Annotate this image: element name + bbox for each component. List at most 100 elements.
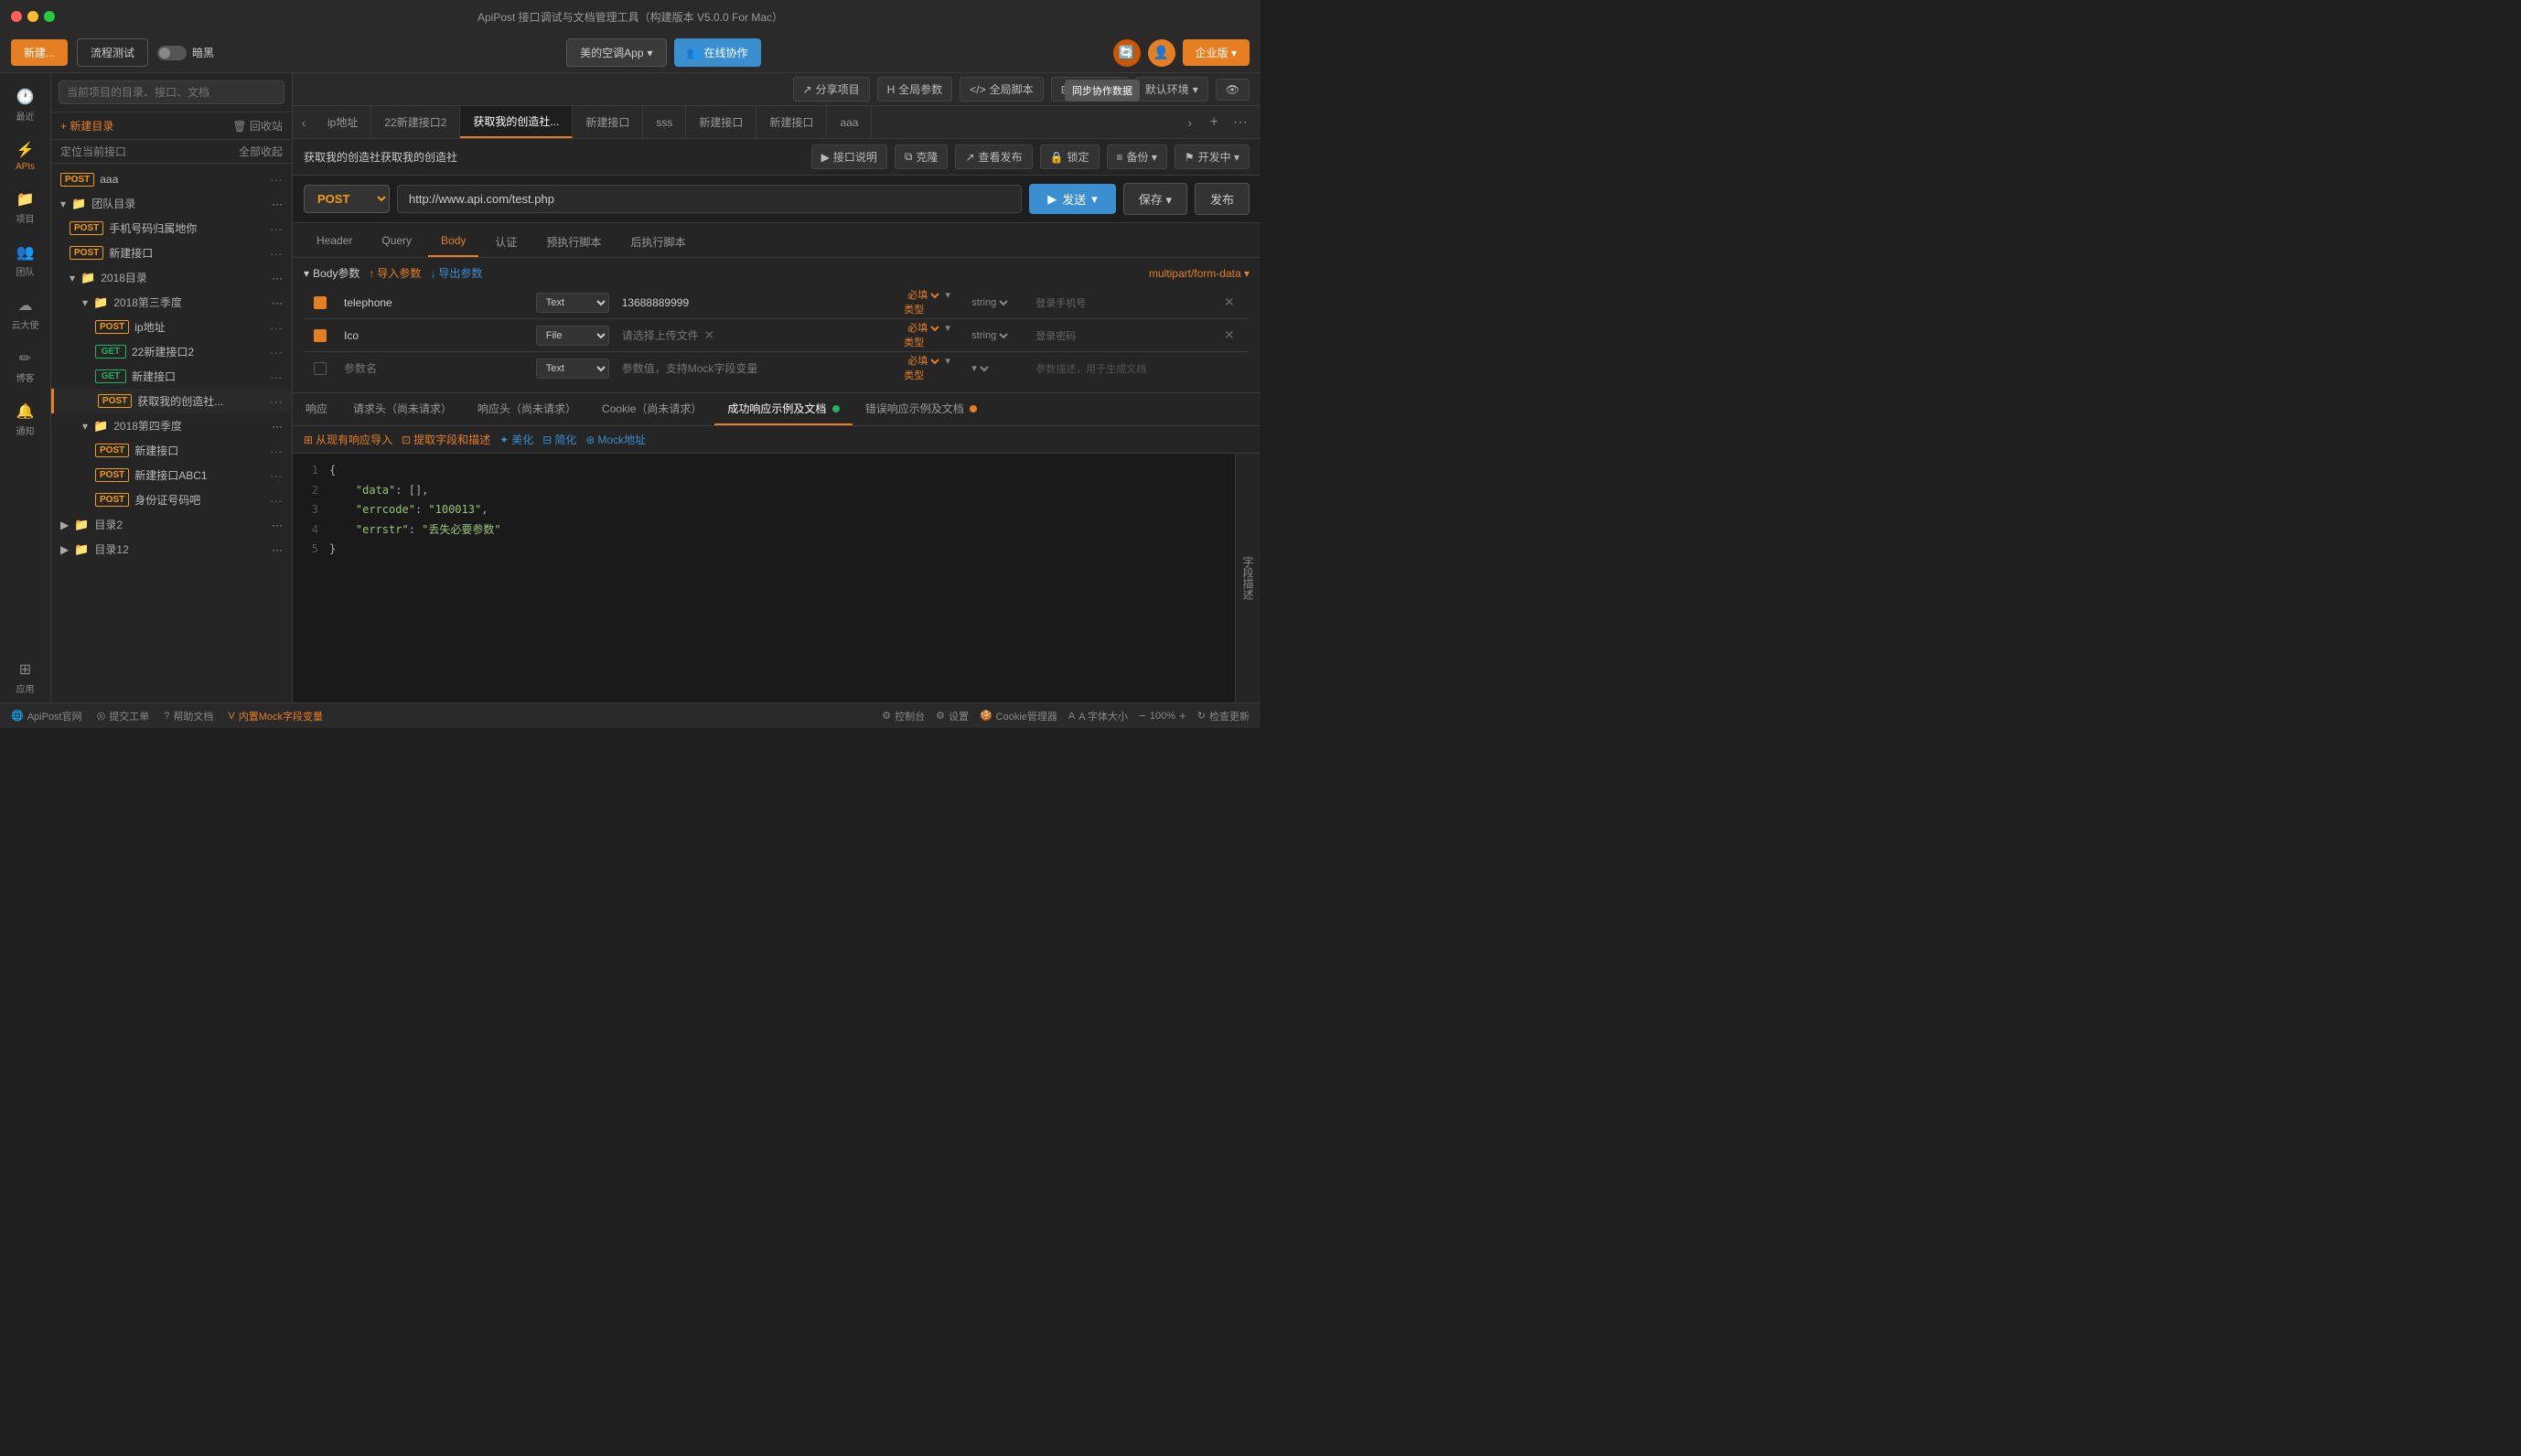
sidebar-item-apps[interactable]: ⊞ 应用 [4,653,48,702]
enterprise-button[interactable]: 企业版 ▾ [1183,39,1250,66]
param-type2-select[interactable]: ▾ [968,362,992,375]
delete-param-button[interactable]: ✕ [1224,294,1235,310]
dark-mode-toggle[interactable]: 暗黑 [157,45,214,60]
delete-param-button[interactable]: ✕ [1224,327,1235,343]
tab-new-api-3[interactable]: 新建接口 [686,106,756,138]
param-required-select[interactable]: 必填选填 [904,289,942,302]
import-params-button[interactable]: ↑ 导入参数 [369,265,421,281]
checkbox-ico[interactable] [314,329,327,342]
checkbox-telephone[interactable] [314,296,327,309]
param-name-placeholder-input[interactable] [344,362,525,375]
new-directory-button[interactable]: + 新建目录 [60,118,113,134]
more-icon[interactable]: ··· [270,444,283,458]
code-editor[interactable]: 1 { 2 "data": [], 3 "errcode": "100013", [293,454,1235,702]
zoom-out-button[interactable]: − [1139,709,1146,723]
more-icon[interactable]: ··· [270,345,283,359]
list-item[interactable]: GET 新建接口 ··· [51,364,292,389]
lock-button[interactable]: 🔒 锁定 [1040,145,1100,169]
list-item[interactable]: GET 22新建接口2 ··· [51,339,292,364]
close-button[interactable] [11,11,22,22]
simplify-button[interactable]: ⊟ 简化 [542,432,576,447]
sidebar-item-blog[interactable]: ✏ 博客 [4,342,48,391]
more-icon[interactable]: ··· [270,493,283,508]
tab-get-creation[interactable]: 获取我的创造社... [460,106,573,138]
tree-group[interactable]: ▾ 📁 团队目录 ··· [51,191,292,216]
new-button[interactable]: 新建... [11,39,68,66]
console-link[interactable]: ⚙ 控制台 [882,709,925,723]
list-item[interactable]: POST ip地址 ··· [51,315,292,339]
help-docs-link[interactable]: ? 帮助文档 [164,709,213,723]
settings-link[interactable]: ⚙ 设置 [936,709,969,723]
param-required-select[interactable]: 必填选填 [904,322,942,335]
method-select[interactable]: POST GET PUT DELETE [304,185,390,213]
sidebar-item-cloud[interactable]: ☁ 云大使 [4,289,48,338]
extract-fields-button[interactable]: ⊡ 提取字段和描述 [402,432,490,447]
default-env-button[interactable]: 默认环境 ▾ [1135,77,1208,102]
tab-resp-header[interactable]: 响应头（尚未请求） [465,393,589,425]
maximize-button[interactable] [44,11,55,22]
param-type2-select[interactable]: string [968,329,1011,342]
beautify-button[interactable]: ✦ 美化 [499,432,533,447]
list-item[interactable]: POST 手机号码归属地你 ··· [51,216,292,241]
param-type-select[interactable]: Text File [536,359,609,379]
tree-group[interactable]: ▾ 📁 2018第三季度 ··· [51,290,292,315]
tree-group[interactable]: ▶ 📁 目录12 ··· [51,537,292,562]
param-type2-select[interactable]: string [968,296,1011,309]
more-icon[interactable]: ··· [270,320,283,335]
tab-body[interactable]: Body [428,229,478,257]
dev-status-button[interactable]: ⚑ 开发中 ▾ [1175,145,1250,169]
save-button[interactable]: 保存 ▾ [1123,183,1187,215]
param-name-input[interactable] [344,296,525,309]
more-icon[interactable]: ··· [272,519,283,531]
export-params-button[interactable]: ↓ 导出参数 [430,265,482,281]
more-icon[interactable]: ··· [272,296,283,309]
import-from-response-button[interactable]: ⊞ 从现有响应导入 [304,432,392,447]
dark-mode-switch[interactable] [157,46,187,60]
publish-button[interactable]: 发布 [1195,183,1250,215]
tab-sss[interactable]: sss [643,106,686,138]
tab-more-button[interactable]: ··· [1228,114,1253,131]
share-project-button[interactable]: ↗ 分享项目 [793,77,870,102]
send-button[interactable]: ▶ 发送 ▾ [1029,184,1116,214]
global-script-button[interactable]: </> 全局脚本 [960,77,1043,102]
collab-button[interactable]: 👥 在线协作 [674,38,761,67]
param-name-input[interactable] [344,329,525,342]
font-size-control[interactable]: A A 字体大小 [1068,709,1128,723]
sidebar-item-apis[interactable]: ⚡ APIs [4,134,48,179]
tab-add-button[interactable]: + [1205,114,1224,131]
tree-group[interactable]: ▾ 📁 2018目录 ··· [51,265,292,290]
tab-new-api-2[interactable]: 22新建接口2 [371,106,460,138]
list-item[interactable]: POST 获取我的创造社... ··· [51,389,292,413]
locate-current-button[interactable]: 定位当前接口 [60,144,126,159]
tab-next-button[interactable]: › [1179,115,1201,130]
tab-query[interactable]: Query [369,229,424,257]
tab-ip-address[interactable]: ip地址 [315,106,371,138]
sidebar-item-team[interactable]: 👥 团队 [4,236,48,285]
more-icon[interactable]: ··· [272,543,283,556]
global-params-button[interactable]: H 全局参数 [877,77,953,102]
tab-req-header[interactable]: 请求头（尚未请求） [340,393,465,425]
more-icon[interactable]: ··· [270,369,283,384]
api-desc-button[interactable]: ▶ 接口说明 [811,145,887,169]
minimize-button[interactable] [27,11,38,22]
more-icon[interactable]: ··· [272,272,283,284]
sidebar-item-recent[interactable]: 🕐 最近 [4,80,48,130]
check-update-link[interactable]: ↻ 检查更新 [1197,709,1250,723]
tab-auth[interactable]: 认证 [482,229,530,257]
url-input[interactable] [397,185,1022,213]
workflow-button[interactable]: 流程测试 [77,38,148,67]
more-icon[interactable]: ··· [270,468,283,483]
sidebar-item-notify[interactable]: 🔔 通知 [4,395,48,444]
more-icon[interactable]: ··· [270,221,283,236]
backup-button[interactable]: ≡ 备份 ▾ [1107,145,1167,169]
tree-group[interactable]: ▶ 📁 目录2 ··· [51,512,292,537]
tab-prev-button[interactable]: ‹ [293,106,315,138]
mock-vars-link[interactable]: V 内置Mock字段变量 [228,709,323,723]
list-item[interactable]: POST aaa ··· [51,167,292,191]
param-required-select[interactable]: 必填 [904,355,942,368]
tab-post-script[interactable]: 后执行脚本 [617,229,698,257]
more-icon[interactable]: ··· [270,172,283,187]
mock-address-button[interactable]: ⊛ Mock地址 [585,432,646,447]
recycle-bin-button[interactable]: 🗑 回收站 [232,118,283,134]
list-item[interactable]: POST 新建接口ABC1 ··· [51,463,292,487]
